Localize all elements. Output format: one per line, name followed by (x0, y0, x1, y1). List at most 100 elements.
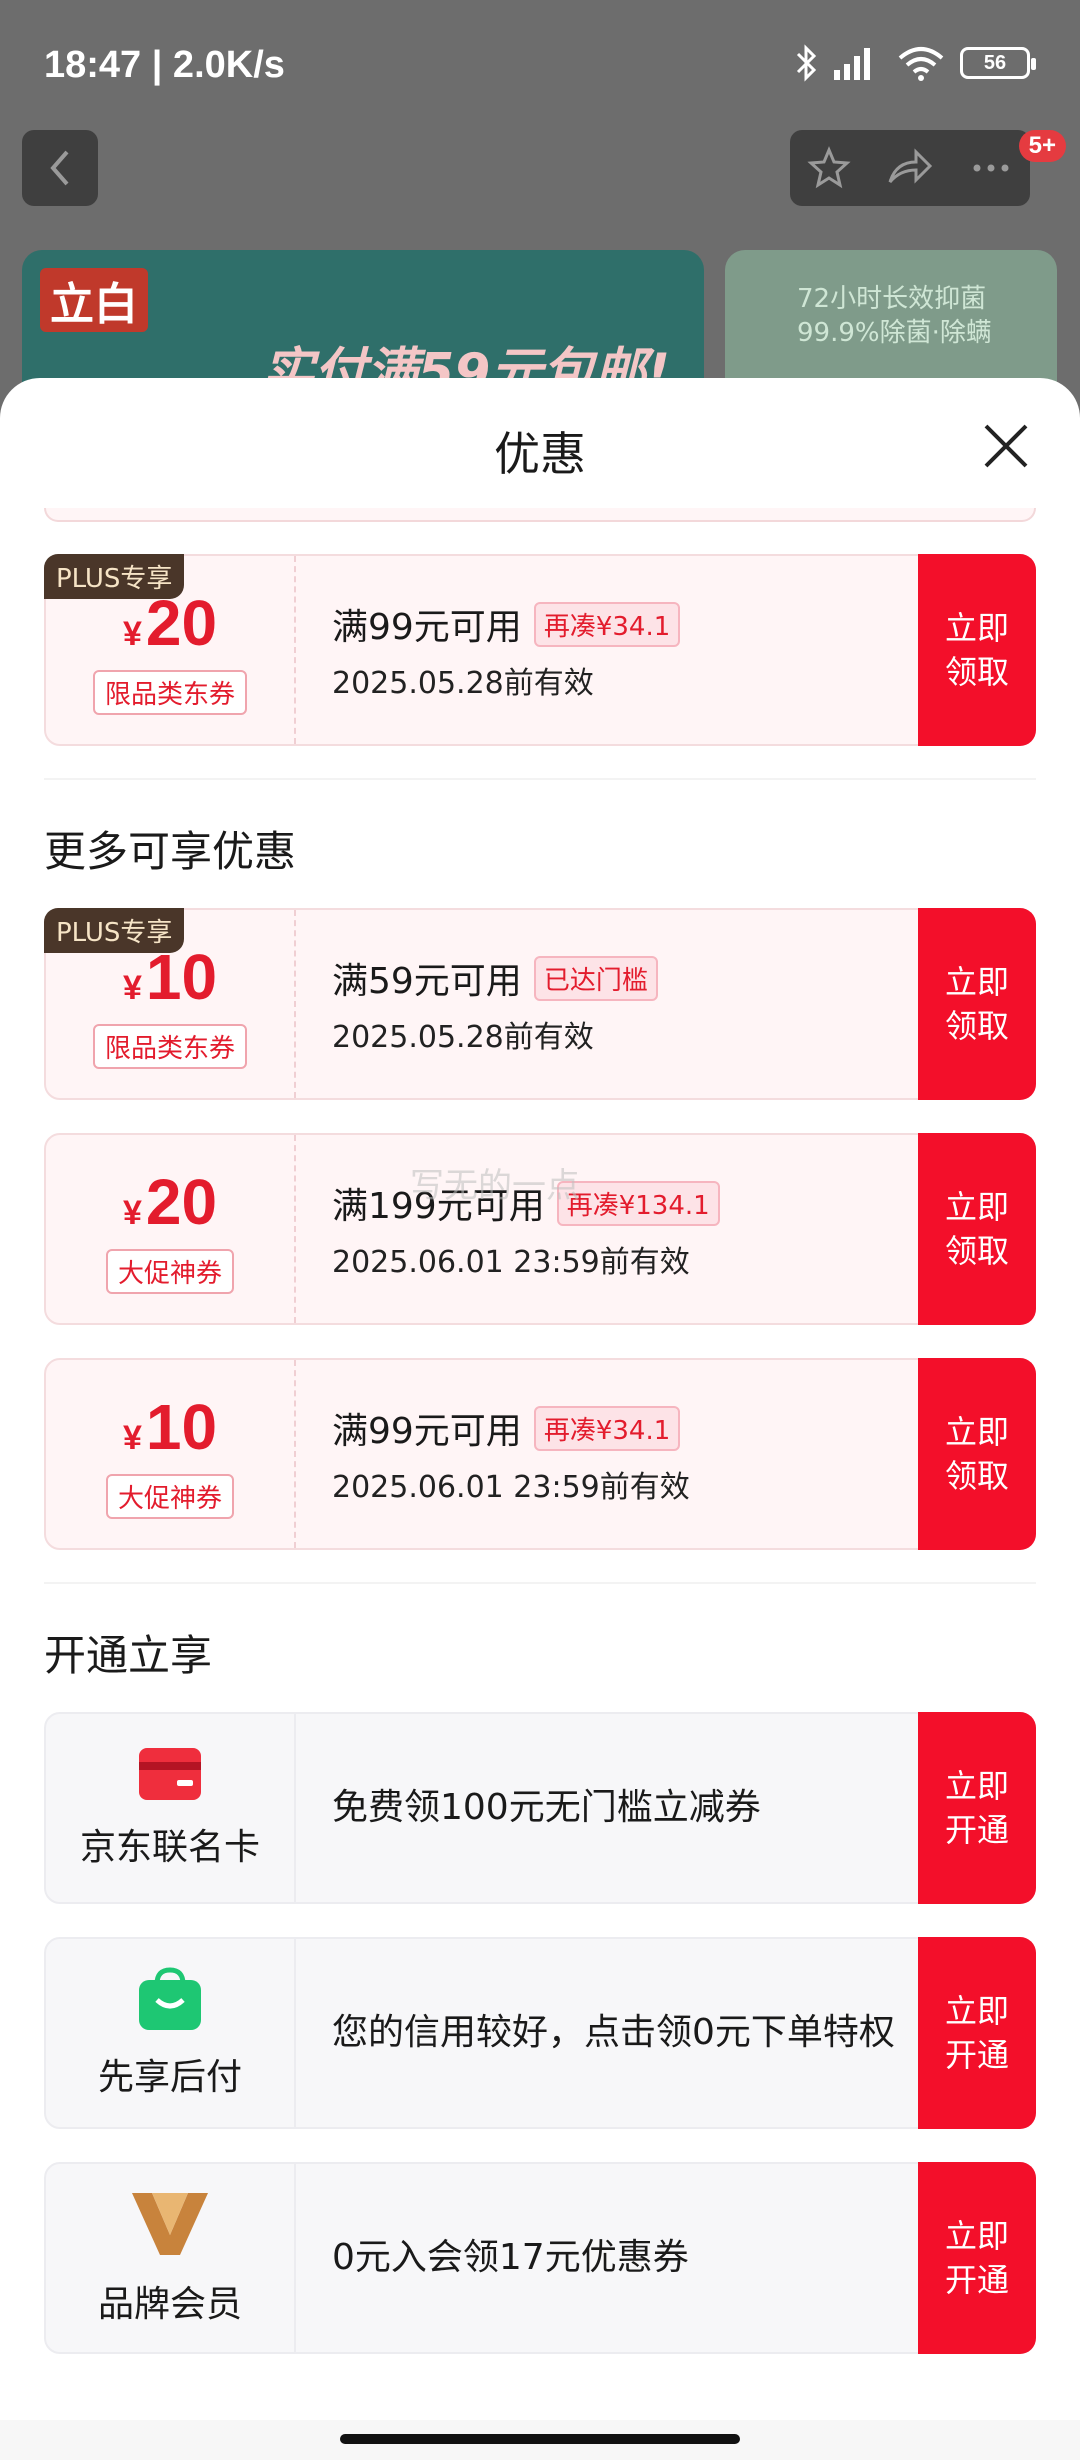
amount-value: 20 (145, 1165, 218, 1238)
battery-level: 56 (983, 51, 1007, 74)
member-icon-area: 京东联名卡 (46, 1714, 296, 1902)
star-icon[interactable] (807, 146, 851, 190)
coupon-value-area: ¥10 大促神券 (46, 1360, 296, 1548)
back-button[interactable] (22, 130, 98, 206)
coupon-expiry: 2025.05.28前有效 (332, 666, 594, 701)
member-description: 0元入会领17元优惠券 (332, 2237, 689, 2278)
coupon-amount: ¥10 (123, 1390, 217, 1464)
promo-banner-secondary[interactable]: 72小时长效抑菌 99.9%除菌·除螨 (725, 250, 1057, 390)
member-name: 先享后付 (97, 2057, 242, 2098)
brand-logo: 立白 (40, 268, 148, 332)
coupon-type: 大促神券 (105, 1248, 234, 1294)
member-details: 免费领100元无门槛立减券 (332, 1714, 904, 1902)
coupon-expiry: 2025.06.01 23:59前有效 (332, 1245, 690, 1280)
button-line-1: 立即 (944, 1413, 1009, 1451)
member-card: 京东联名卡 免费领100元无门槛立减券 立即开通 (44, 1712, 1036, 1904)
bluetooth-icon (796, 44, 817, 82)
button-line-2: 开通 (944, 1811, 1009, 1849)
divider (44, 1582, 1036, 1584)
button-line-2: 领取 (944, 653, 1009, 691)
button-line-1: 立即 (944, 1188, 1009, 1226)
member-card: 品牌会员 0元入会领17元优惠券 立即开通 (44, 2162, 1036, 2354)
v-logo-icon (132, 2193, 208, 2255)
coupon-details: 满99元可用 再凑¥34.1 2025.05.28前有效 (332, 556, 904, 744)
watermark-text: 写无的一点 (410, 1166, 580, 1206)
button-line-2: 领取 (944, 1007, 1009, 1045)
coupon-chip: 已达门槛 (533, 955, 658, 1001)
top-nav: 5+ (0, 130, 1080, 240)
credit-card-icon (139, 1748, 201, 1800)
member-description: 您的信用较好，点击领0元下单特权 (332, 2012, 895, 2053)
plus-badge: PLUS专享 (44, 908, 185, 953)
coupon-condition: 满99元可用 (332, 1411, 522, 1452)
currency-symbol: ¥ (122, 1418, 142, 1457)
activate-button[interactable]: 立即 开通 (918, 1712, 1036, 1904)
top-actions (790, 130, 1030, 206)
coupon-details: 满59元可用 已达门槛 2025.05.28前有效 (332, 910, 904, 1098)
divider (44, 778, 1036, 780)
currency-symbol: ¥ (122, 968, 142, 1007)
button-line-1: 立即 (944, 1767, 1009, 1805)
button-line-1: 立即 (944, 609, 1009, 647)
button-line-2: 领取 (944, 1232, 1009, 1270)
button-line-1: 立即 (944, 963, 1009, 1001)
battery-icon: 56 (960, 47, 1036, 79)
activate-button[interactable]: 立即 开通 (918, 2162, 1036, 2354)
status-time: 18:47 | 2.0K/s (44, 44, 285, 86)
coupon-sheet: 优惠 ¥20 限品类东券 PLUS专享 满99元可用 再凑¥34.1 2025.0… (0, 378, 1080, 2420)
coupon-expiry: 2025.06.01 23:59前有效 (332, 1470, 690, 1505)
coupon-chip: 再凑¥134.1 (556, 1180, 720, 1226)
claim-button[interactable]: 立即 领取 (918, 908, 1036, 1100)
button-line-2: 开通 (944, 2036, 1009, 2074)
coupon-type: 大促神券 (105, 1473, 234, 1519)
button-line-1: 立即 (944, 2217, 1009, 2255)
status-bar: 18:47 | 2.0K/s 56 (0, 0, 1080, 130)
shopping-bag-icon (139, 1967, 201, 2030)
section-title-more: 更多可享优惠 (44, 827, 297, 876)
wifi-icon (898, 47, 944, 81)
member-icon-area: 品牌会员 (46, 2164, 296, 2352)
share-icon[interactable] (886, 146, 934, 190)
button-line-2: 领取 (944, 1457, 1009, 1495)
close-icon[interactable] (978, 418, 1034, 474)
member-details: 0元入会领17元优惠券 (332, 2164, 904, 2352)
claim-button[interactable]: 立即 领取 (918, 1133, 1036, 1325)
banner-text-2: 99.9%除菌·除螨 (797, 318, 992, 348)
more-icon[interactable] (969, 146, 1013, 190)
home-indicator[interactable] (340, 2434, 740, 2444)
button-line-2: 开通 (944, 2261, 1009, 2299)
coupon-condition: 满99元可用 (332, 607, 522, 648)
partial-coupon (44, 508, 1036, 522)
plus-badge: PLUS专享 (44, 554, 185, 599)
coupon-condition: 满59元可用 (332, 961, 522, 1002)
coupon-card: ¥20 限品类东券 PLUS专享 满99元可用 再凑¥34.1 2025.05.2… (44, 554, 1036, 746)
member-description: 免费领100元无门槛立减券 (332, 1787, 761, 1828)
banner-text-1: 72小时长效抑菌 (797, 284, 987, 314)
coupon-amount: ¥20 (123, 1165, 217, 1239)
coupon-value-area: ¥20 大促神券 (46, 1135, 296, 1323)
coupon-type: 限品类东券 (92, 1023, 247, 1069)
notification-badge: 5+ (1018, 130, 1066, 162)
currency-symbol: ¥ (122, 1193, 142, 1232)
chevron-left-icon (50, 150, 69, 186)
claim-button[interactable]: 立即 领取 (918, 554, 1036, 746)
coupon-type: 限品类东券 (92, 669, 247, 715)
status-icons: 56 (794, 44, 1036, 82)
section-title-open: 开通立享 (44, 1631, 213, 1680)
member-icon-area: 先享后付 (46, 1939, 296, 2127)
member-card: 先享后付 您的信用较好，点击领0元下单特权 立即 开通 (44, 1937, 1036, 2129)
member-name: 品牌会员 (97, 2284, 242, 2325)
member-details: 您的信用较好，点击领0元下单特权 (332, 1939, 904, 2127)
cellular-signal-icon (834, 48, 870, 80)
coupon-expiry: 2025.05.28前有效 (332, 1020, 594, 1055)
coupon-card: ¥10 大促神券 满99元可用 再凑¥34.1 2025.06.01 23:59前… (44, 1358, 1036, 1550)
promo-banner[interactable]: 立白 实付满59元包邮! (22, 250, 704, 390)
currency-symbol: ¥ (122, 614, 142, 653)
coupon-chip: 再凑¥34.1 (533, 601, 681, 647)
sheet-title: 优惠 (494, 427, 586, 481)
coupon-card: ¥10 限品类东券 PLUS专享 满59元可用 已达门槛 2025.05.28前有… (44, 908, 1036, 1100)
member-name: 京东联名卡 (79, 1827, 260, 1868)
coupon-chip: 再凑¥34.1 (533, 1405, 681, 1451)
claim-button[interactable]: 立即 领取 (918, 1358, 1036, 1550)
activate-button[interactable]: 立即 开通 (918, 1937, 1036, 2129)
